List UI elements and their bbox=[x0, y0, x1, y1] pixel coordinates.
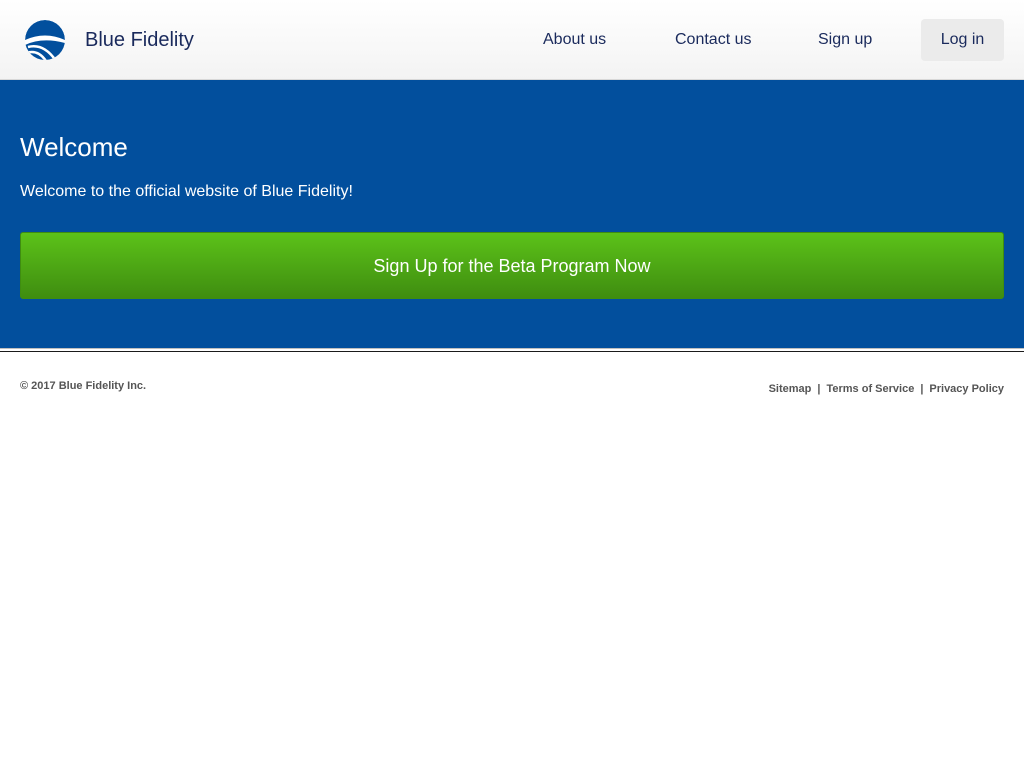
terms-of-service-link[interactable]: Terms of Service bbox=[826, 383, 914, 395]
brand-name: Blue Fidelity bbox=[85, 28, 194, 51]
nav-sign-up[interactable]: Sign up bbox=[818, 19, 872, 61]
footer-separator: | bbox=[920, 383, 924, 395]
site-header: Blue Fidelity About us Contact us Sign u… bbox=[0, 0, 1024, 80]
sitemap-link[interactable]: Sitemap bbox=[769, 383, 812, 395]
copyright-text: © 2017 Blue Fidelity Inc. bbox=[20, 380, 147, 392]
nav-about-us[interactable]: About us bbox=[543, 19, 606, 61]
privacy-policy-link[interactable]: Privacy Policy bbox=[929, 383, 1004, 395]
beta-signup-button[interactable]: Sign Up for the Beta Program Now bbox=[20, 232, 1004, 299]
brand-link[interactable]: Blue Fidelity bbox=[24, 19, 194, 61]
nav-contact-us[interactable]: Contact us bbox=[675, 19, 751, 61]
footer-separator: | bbox=[817, 383, 821, 395]
hero-section: Welcome Welcome to the official website … bbox=[0, 80, 1024, 348]
log-in-button[interactable]: Log in bbox=[921, 19, 1004, 61]
welcome-text: Welcome to the official website of Blue … bbox=[20, 183, 353, 200]
footer-divider bbox=[0, 348, 1024, 352]
blue-fidelity-logo-icon bbox=[25, 20, 65, 60]
footer-links: Sitemap | Terms of Service | Privacy Pol… bbox=[769, 383, 1004, 395]
page-title: Welcome bbox=[20, 132, 128, 162]
